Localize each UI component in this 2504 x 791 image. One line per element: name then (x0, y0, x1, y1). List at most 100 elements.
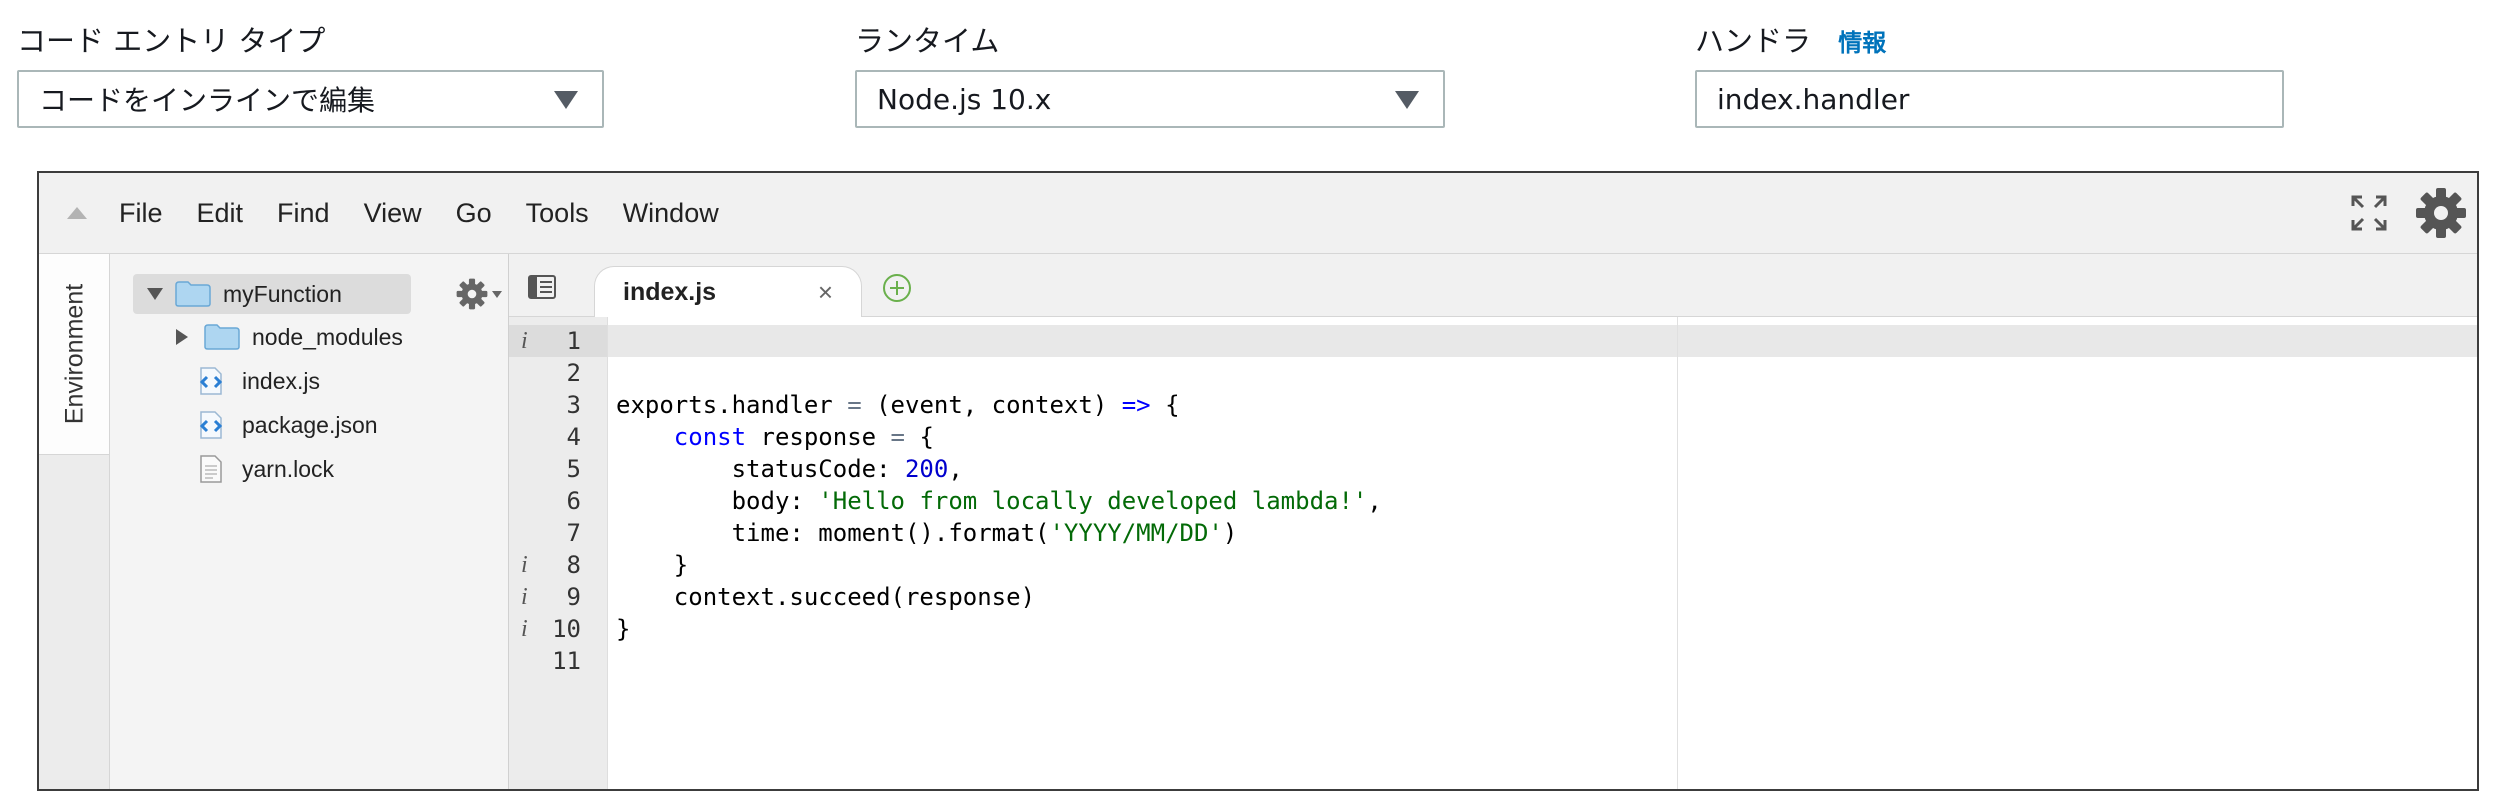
line-number: 1 (566, 327, 581, 355)
tree-item-index-js[interactable]: index.js (196, 361, 320, 401)
code-editor-ide: File Edit Find View Go Tools Window Envi… (37, 171, 2479, 791)
code-entry-type-label: コード エントリ タイプ (17, 18, 325, 60)
runtime-value: Node.js 10.x (877, 82, 1052, 116)
code-line: context.succeed(response) (616, 581, 1035, 613)
code-file-icon (199, 411, 223, 439)
handler-input[interactable]: index.handler (1695, 70, 2284, 128)
gear-icon[interactable] (456, 278, 488, 310)
code-token: , (948, 455, 963, 483)
code-token: ) (1222, 519, 1238, 547)
code-token: (event, context) (861, 391, 1122, 419)
runtime-label-text: ランタイム (855, 24, 1000, 58)
info-marker-icon[interactable]: i (521, 549, 541, 581)
code-token: response (746, 423, 891, 451)
code-token: 200 (904, 455, 949, 483)
triangle-up-icon[interactable] (67, 207, 87, 219)
code-line: exports.handler = (event, context) => { (616, 389, 1180, 421)
tab-label: index.js (623, 277, 717, 306)
code-token: statusCode: (616, 455, 905, 483)
code-token: { (905, 423, 934, 451)
code-token: time: moment().format( (616, 519, 1050, 547)
tree-item-label: package.json (242, 411, 378, 438)
chevron-right-icon[interactable] (176, 329, 188, 345)
editor-tabbar: index.js × (509, 254, 2477, 317)
chevron-down-icon[interactable] (147, 288, 163, 300)
code-entry-type-select[interactable]: コードをインラインで編集 (17, 70, 604, 128)
code-line: statusCode: 200, (616, 453, 963, 485)
handler-label-text: ハンドラ (1695, 24, 1812, 58)
tree-item-label: yarn.lock (242, 455, 335, 482)
active-line-highlight (608, 325, 2477, 357)
code-entry-type-value: コードをインラインで編集 (39, 84, 376, 117)
code-token: => (1121, 391, 1151, 419)
tree-root-label: myFunction (223, 280, 342, 307)
code-token: 'YYYY/MM/DD' (1049, 519, 1223, 547)
menu-find[interactable]: Find (277, 198, 330, 229)
line-number: 6 (566, 487, 581, 515)
code-token: context.succeed(response) (616, 583, 1036, 611)
code-token: } (616, 615, 631, 643)
menu-go[interactable]: Go (456, 198, 492, 229)
handler-label: ハンドラ 情報 (1695, 18, 1886, 60)
tree-settings[interactable] (456, 278, 502, 310)
code-token: const (673, 423, 747, 451)
gear-icon[interactable] (2415, 187, 2467, 239)
code-line: } (616, 613, 630, 645)
line-number: 4 (566, 423, 581, 451)
runtime-select[interactable]: Node.js 10.x (855, 70, 1445, 128)
code-token: { (1150, 391, 1180, 419)
tree-item-yarn-lock[interactable]: yarn.lock (196, 449, 334, 489)
close-icon[interactable]: × (818, 277, 833, 308)
menu-edit[interactable]: Edit (197, 198, 244, 229)
line-number: 8 (566, 551, 581, 579)
menu-file[interactable]: File (119, 198, 163, 229)
folder-icon (175, 281, 211, 307)
line-number: 7 (566, 519, 581, 547)
environment-rail: Environment (39, 254, 110, 789)
tree-item-node-modules[interactable]: node_modules (176, 317, 403, 357)
text-file-icon (200, 455, 222, 483)
plus-circle-icon[interactable] (881, 272, 913, 304)
code-token: = (890, 423, 905, 451)
info-marker-icon[interactable]: i (521, 581, 541, 613)
handler-info-link[interactable]: 情報 (1838, 29, 1886, 57)
editor-pane: index.js × 1234567891011iiii const momen… (509, 254, 2477, 789)
expand-icon[interactable] (2349, 193, 2389, 233)
ide-menubar: File Edit Find View Go Tools Window (39, 173, 2477, 254)
menu-tools[interactable]: Tools (526, 198, 589, 229)
code-line: body: 'Hello from locally developed lamb… (616, 485, 1382, 517)
code-line: } (616, 549, 688, 581)
code-file-icon (199, 367, 223, 395)
line-number-gutter: 1 2 3 4 5 6 7 8 9 10 11 i i i i (509, 317, 608, 789)
file-tree: myFunction node_modules index.js package… (110, 254, 509, 789)
print-margin (1677, 317, 1678, 789)
tree-item-label: index.js (242, 367, 320, 394)
code-area[interactable]: const moment = require('moment')exports.… (608, 317, 2477, 789)
line-number: 9 (566, 583, 581, 611)
chevron-down-icon[interactable] (492, 290, 502, 298)
tree-root-folder[interactable]: myFunction (133, 274, 411, 314)
info-marker-icon[interactable]: i (521, 325, 541, 357)
runtime-label: ランタイム (855, 18, 999, 60)
code-token: exports.handler (616, 391, 848, 419)
tab-index-js[interactable]: index.js × (594, 266, 862, 317)
menu-window[interactable]: Window (623, 198, 719, 229)
line-number: 5 (566, 455, 581, 483)
chevron-down-icon (554, 91, 578, 109)
environment-tab[interactable]: Environment (39, 254, 109, 455)
handler-input-value: index.handler (1717, 82, 1910, 116)
code-entry-type-label-text: コード エントリ タイプ (17, 24, 326, 58)
line-number: 2 (566, 359, 581, 387)
line-number: 10 (552, 615, 581, 643)
menu-view[interactable]: View (364, 198, 422, 229)
list-icon[interactable] (527, 274, 557, 300)
line-number: 3 (566, 391, 581, 419)
line-number: 11 (552, 647, 581, 675)
code-token: , (1367, 487, 1382, 515)
tree-item-package-json[interactable]: package.json (196, 405, 378, 445)
folder-icon (204, 324, 240, 350)
tree-item-label: node_modules (252, 323, 403, 350)
info-marker-icon[interactable]: i (521, 613, 541, 645)
code-line: const response = { (616, 421, 934, 453)
